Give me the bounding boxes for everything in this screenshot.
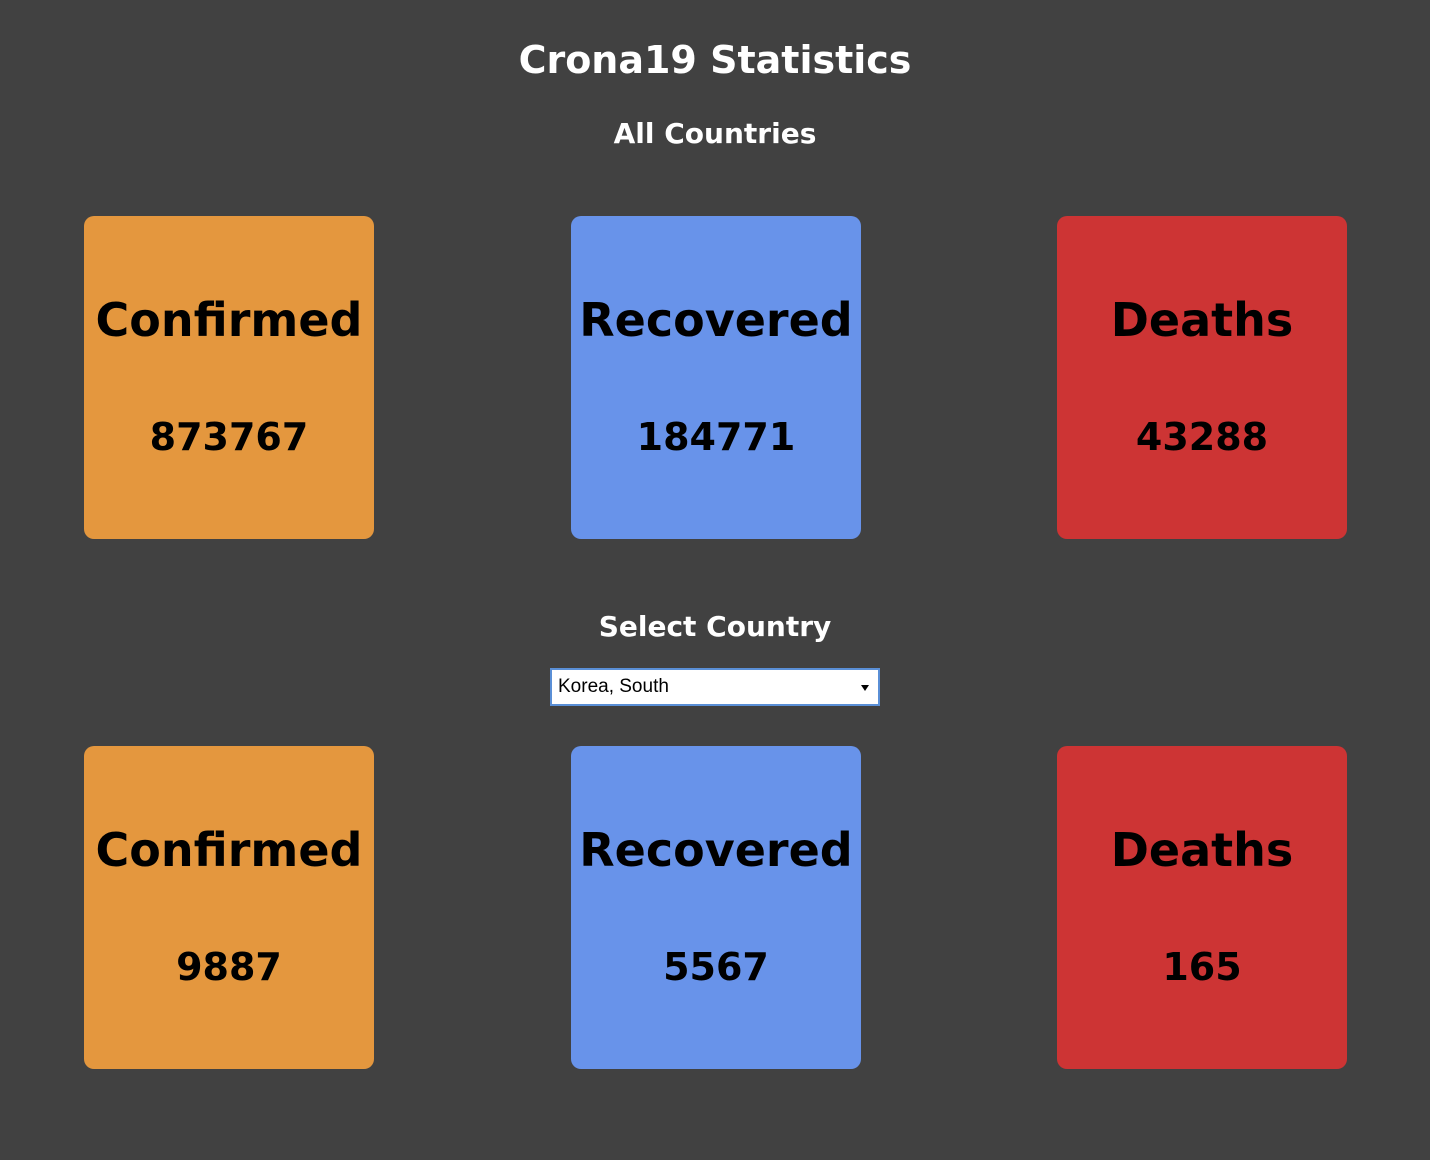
global-confirmed-card: Confirmed 873767 [84,216,374,539]
page-title: Crona19 Statistics [518,38,912,82]
country-recovered-card: Recovered 5567 [571,746,861,1069]
country-recovered-label: Recovered [579,823,853,877]
global-recovered-label: Recovered [579,293,853,347]
select-country-heading: Select Country [598,610,832,643]
global-recovered-card: Recovered 184771 [571,216,861,539]
global-deaths-label: Deaths [1110,293,1294,347]
country-confirmed-value: 9887 [176,945,282,989]
country-select-value: Korea, South [558,676,669,697]
country-deaths-value: 165 [1162,945,1242,989]
global-deaths-value: 43288 [1135,415,1269,459]
global-recovered-value: 184771 [636,415,796,459]
country-deaths-card: Deaths 165 [1057,746,1347,1069]
country-recovered-value: 5567 [663,945,769,989]
global-deaths-card: Deaths 43288 [1057,216,1347,539]
global-confirmed-label: Confirmed [95,293,363,347]
all-countries-heading: All Countries [613,117,817,150]
country-confirmed-card: Confirmed 9887 [84,746,374,1069]
chevron-down-icon [861,685,869,691]
country-confirmed-label: Confirmed [95,823,363,877]
global-confirmed-value: 873767 [149,415,309,459]
country-select[interactable]: Korea, South [550,668,880,706]
country-deaths-label: Deaths [1110,823,1294,877]
